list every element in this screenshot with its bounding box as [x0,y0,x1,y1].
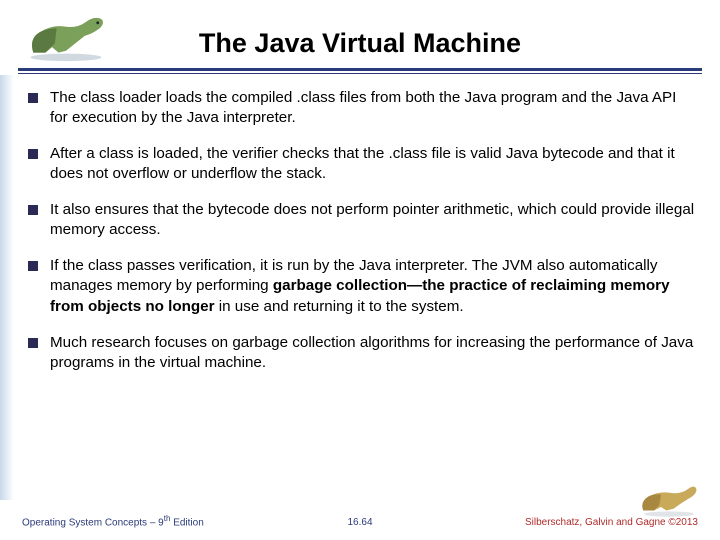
square-bullet-icon [28,205,38,215]
bullet-item: Much research focuses on garbage collect… [28,333,696,373]
square-bullet-icon [28,93,38,103]
left-gradient-bar [0,75,14,500]
header-rule [18,68,702,74]
square-bullet-icon [28,261,38,271]
dinosaur-top-icon [18,6,114,62]
bullet-item: It also ensures that the bytecode does n… [28,200,696,240]
bullet-item: If the class passes verification, it is … [28,256,696,316]
square-bullet-icon [28,338,38,348]
slide-title: The Java Virtual Machine [20,10,700,59]
bullet-text: The class loader loads the compiled .cla… [50,88,696,128]
bullet-item: The class loader loads the compiled .cla… [28,88,696,128]
bullet-text-post: in use and returning it to the system. [215,298,464,315]
slide-header: The Java Virtual Machine [0,0,720,78]
footer-copyright: Silberschatz, Galvin and Gagne ©2013 [525,517,698,528]
bullet-text: If the class passes verification, it is … [50,256,696,316]
bullet-text: It also ensures that the bytecode does n… [50,200,696,240]
bullet-text: Much research focuses on garbage collect… [50,333,696,373]
square-bullet-icon [28,149,38,159]
bullet-item: After a class is loaded, the verifier ch… [28,144,696,184]
bullet-text: After a class is loaded, the verifier ch… [50,144,696,184]
slide-footer: Operating System Concepts – 9th Edition … [0,506,720,532]
slide-content: The class loader loads the compiled .cla… [28,88,696,389]
